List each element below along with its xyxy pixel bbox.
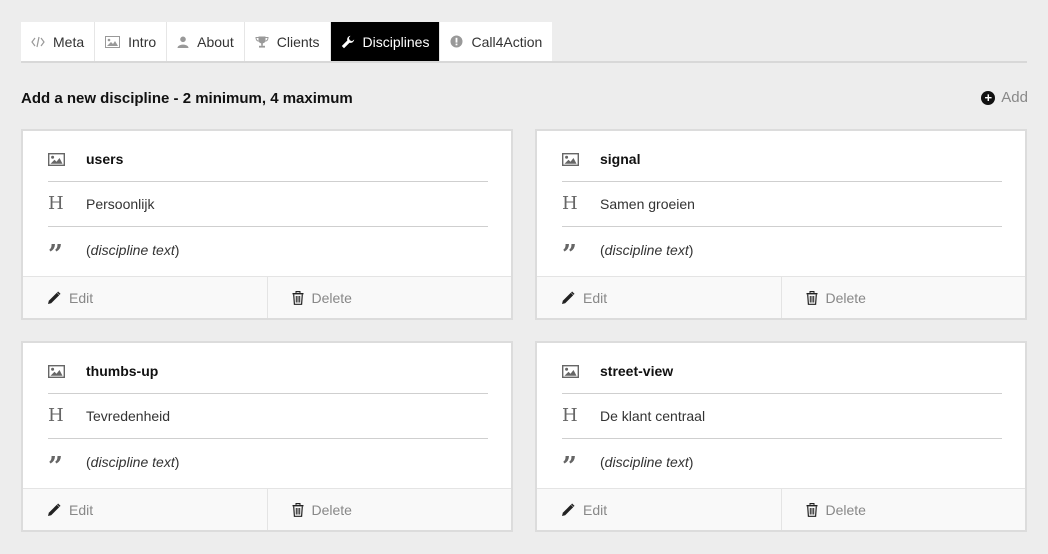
image-icon	[48, 152, 86, 166]
plus-circle-icon: +	[981, 90, 996, 105]
trash-icon	[292, 290, 304, 305]
card-title-row: H Tevredenheid	[48, 394, 488, 439]
card-icon-name: signal	[600, 151, 641, 167]
add-label: Add	[1001, 89, 1028, 106]
card-title-row: H De klant centraal	[562, 394, 1002, 439]
card-title: De klant centraal	[600, 408, 706, 424]
discipline-card: thumbs-up H Tevredenheid ” (discipline t…	[21, 341, 513, 532]
delete-label: Delete	[825, 501, 866, 518]
heading-icon: H	[48, 405, 64, 426]
card-text-placeholder: discipline text	[604, 241, 689, 258]
discipline-card: signal H Samen groeien ” (discipline tex…	[535, 129, 1027, 320]
card-title-row: H Samen groeien	[562, 182, 1002, 227]
delete-label: Delete	[311, 501, 352, 518]
trophy-icon	[255, 36, 269, 48]
tab-bar: Meta Intro About Clients Disciplines Cal…	[21, 22, 553, 61]
tabs-divider	[21, 61, 1027, 63]
wrench-icon	[341, 35, 355, 49]
discipline-card: street-view H De klant centraal ” (disci…	[535, 341, 1027, 532]
tab-label: Disciplines	[362, 33, 430, 50]
edit-button[interactable]: Edit	[23, 489, 267, 530]
card-actions: Edit Delete	[23, 276, 511, 318]
card-title: Tevredenheid	[86, 408, 171, 424]
card-text-placeholder: discipline text	[90, 241, 175, 258]
delete-label: Delete	[825, 289, 866, 306]
tab-label: Intro	[128, 33, 157, 50]
discipline-card: users H Persoonlijk ” (discipline text) …	[21, 129, 513, 320]
image-icon	[105, 35, 121, 48]
section-heading: Add a new discipline - 2 minimum, 4 maxi…	[21, 90, 353, 107]
exclamation-circle-icon	[450, 35, 463, 48]
card-title: Persoonlijk	[86, 196, 155, 212]
heading-icon: H	[562, 405, 578, 426]
delete-button[interactable]: Delete	[780, 277, 1026, 318]
user-icon	[177, 36, 189, 48]
card-text-placeholder: discipline text	[90, 453, 175, 470]
code-icon	[31, 36, 45, 48]
card-icon-name: users	[86, 151, 124, 167]
pencil-icon	[47, 502, 61, 517]
image-icon	[562, 152, 600, 166]
edit-label: Edit	[583, 289, 608, 306]
card-actions: Edit Delete	[23, 488, 511, 530]
delete-button[interactable]: Delete	[780, 489, 1026, 530]
delete-label: Delete	[311, 289, 352, 306]
edit-label: Edit	[69, 501, 94, 518]
tab-label: About	[197, 33, 234, 50]
card-text-row: ” (discipline text)	[48, 239, 180, 270]
delete-button[interactable]: Delete	[266, 277, 512, 318]
tab-disciplines[interactable]: Disciplines	[330, 22, 441, 61]
add-button[interactable]: + Add	[981, 89, 1028, 106]
tab-label: Call4Action	[471, 33, 543, 50]
pencil-icon	[47, 290, 61, 305]
image-icon	[562, 364, 600, 378]
card-icon-row: users	[48, 137, 488, 182]
card-icon-name: street-view	[600, 363, 674, 379]
card-icon-name: thumbs-up	[86, 363, 159, 379]
quote-icon: ”	[562, 451, 577, 482]
edit-label: Edit	[69, 289, 94, 306]
card-icon-row: thumbs-up	[48, 349, 488, 394]
delete-button[interactable]: Delete	[266, 489, 512, 530]
tab-label: Clients	[276, 33, 320, 50]
card-text-row: ” (discipline text)	[562, 451, 694, 482]
heading-icon: H	[562, 193, 578, 214]
heading-icon: H	[48, 193, 64, 214]
quote-icon: ”	[48, 451, 63, 482]
edit-button[interactable]: Edit	[23, 277, 267, 318]
card-text-placeholder: discipline text	[604, 453, 689, 470]
tab-call4action[interactable]: Call4Action	[440, 22, 553, 61]
quote-icon: ”	[562, 239, 577, 270]
card-actions: Edit Delete	[537, 488, 1025, 530]
card-actions: Edit Delete	[537, 276, 1025, 318]
tab-meta[interactable]: Meta	[21, 22, 96, 61]
card-text-row: ” (discipline text)	[48, 451, 180, 482]
edit-button[interactable]: Edit	[537, 489, 781, 530]
quote-icon: ”	[48, 239, 63, 270]
tab-about[interactable]: About	[167, 22, 245, 61]
edit-button[interactable]: Edit	[537, 277, 781, 318]
card-title: Samen groeien	[600, 196, 695, 212]
tab-clients[interactable]: Clients	[244, 22, 331, 61]
trash-icon	[806, 502, 818, 517]
card-title-row: H Persoonlijk	[48, 182, 488, 227]
edit-label: Edit	[583, 501, 608, 518]
image-icon	[48, 364, 86, 378]
card-icon-row: signal	[562, 137, 1002, 182]
card-text-row: ” (discipline text)	[562, 239, 694, 270]
card-icon-row: street-view	[562, 349, 1002, 394]
tab-label: Meta	[53, 33, 85, 50]
trash-icon	[806, 290, 818, 305]
trash-icon	[292, 502, 304, 517]
pencil-icon	[561, 502, 575, 517]
pencil-icon	[561, 290, 575, 305]
tab-intro[interactable]: Intro	[95, 22, 168, 61]
